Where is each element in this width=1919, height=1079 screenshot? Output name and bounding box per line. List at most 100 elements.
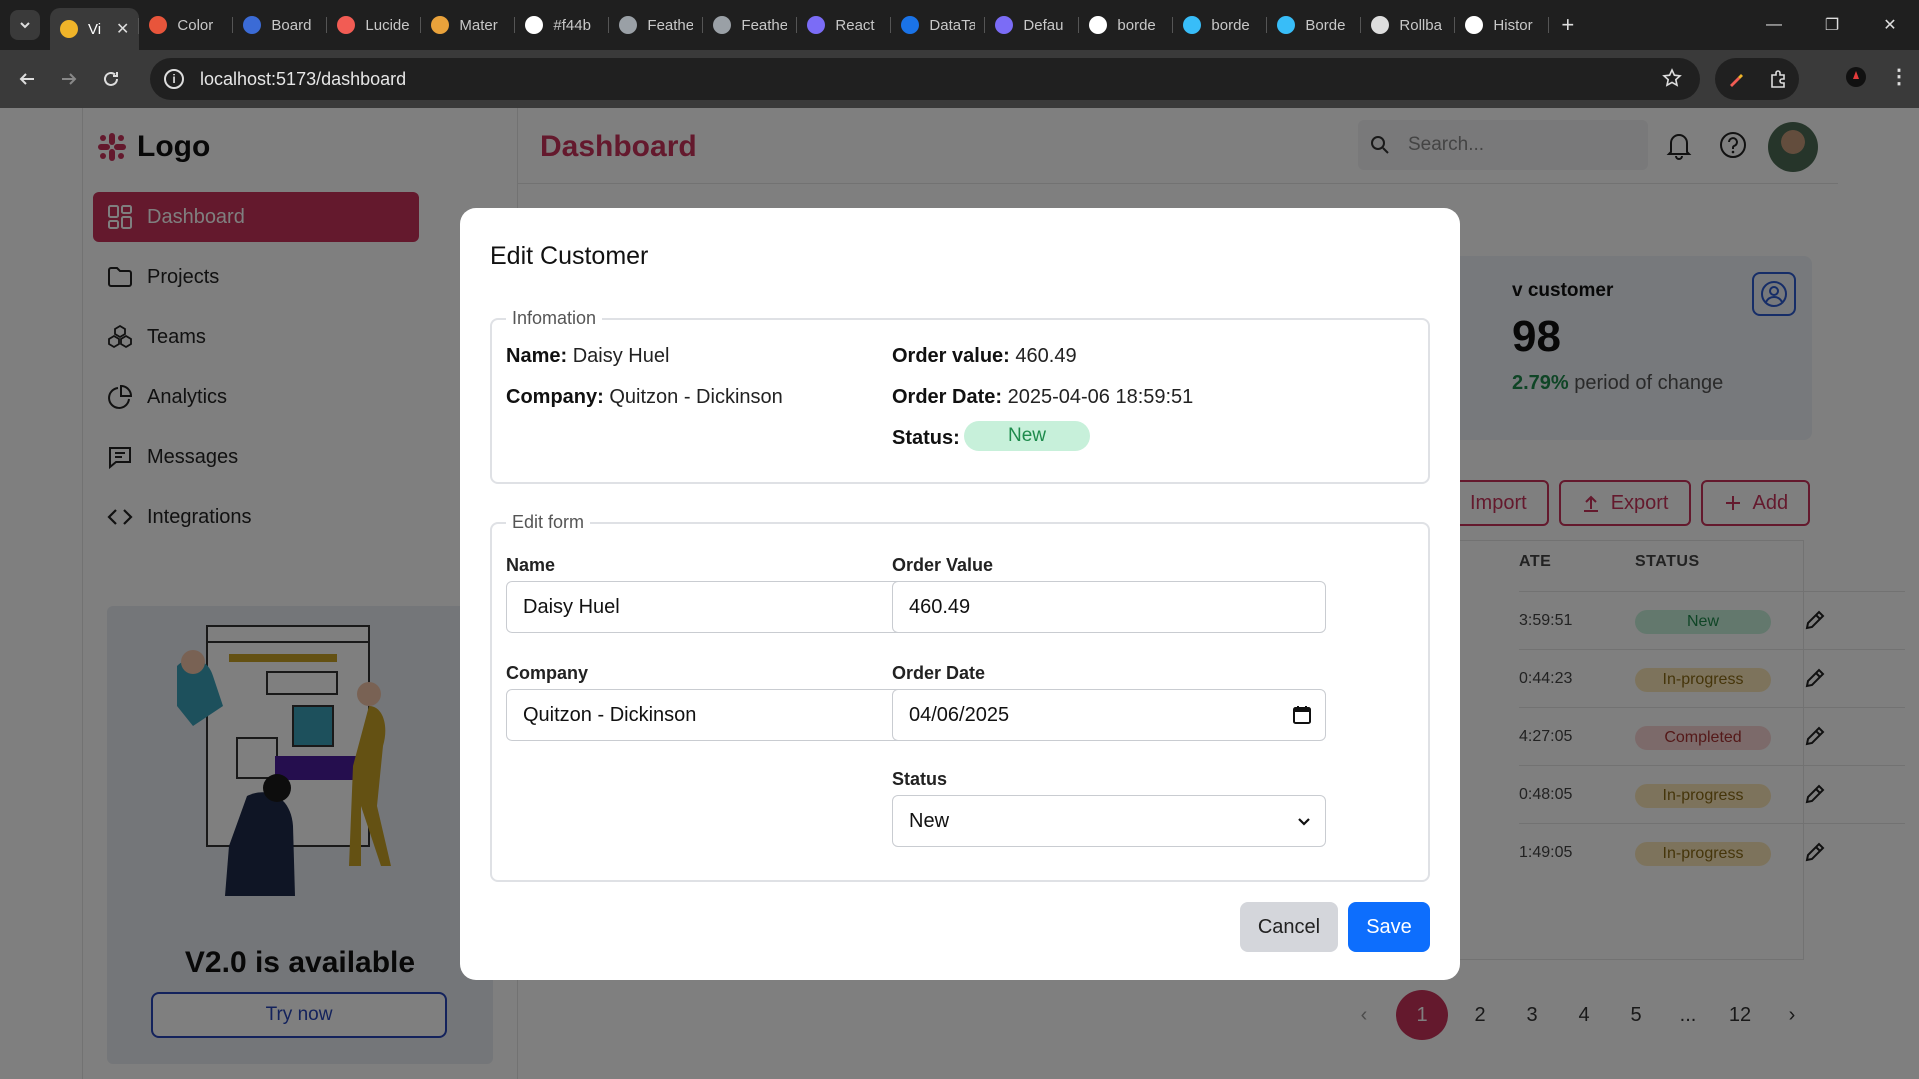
- reload-button[interactable]: [96, 64, 126, 94]
- order-date-label: Order Date: [892, 663, 986, 683]
- order-date-field[interactable]: 04/06/2025: [892, 689, 1326, 741]
- close-tab-icon[interactable]: ✕: [116, 19, 129, 39]
- address-bar[interactable]: i localhost:5173/dashboard: [150, 58, 1700, 100]
- tab-title: Histor: [1493, 16, 1533, 34]
- tab-title: Defau: [1023, 16, 1064, 34]
- info-name: Name: Daisy Huel: [506, 345, 669, 368]
- browser-toolbar: i localhost:5173/dashboard ⋮: [0, 50, 1919, 108]
- browser-tab[interactable]: #f44b: [515, 7, 610, 43]
- info-company-value: Quitzon - Dickinson: [609, 386, 783, 408]
- info-name-value: Daisy Huel: [572, 345, 670, 367]
- browser-tab[interactable]: Feathe: [703, 7, 798, 43]
- status-label: Status: [892, 769, 948, 789]
- browser-tab[interactable]: borde: [1079, 7, 1174, 43]
- tab-title: React: [835, 16, 875, 34]
- info-company: Company: Quitzon - Dickinson: [506, 386, 783, 409]
- status-select[interactable]: New: [892, 795, 1326, 847]
- chevron-down-icon: [20, 22, 30, 29]
- edit-form-fieldset: Edit form Name Daisy Huel Company Quitzo…: [490, 512, 1430, 882]
- arrow-right-icon: [62, 73, 77, 85]
- star-icon[interactable]: [1662, 68, 1682, 88]
- cancel-button[interactable]: Cancel: [1240, 902, 1338, 952]
- order-value-field[interactable]: 460.49: [892, 581, 1326, 633]
- close-window-icon[interactable]: ✕: [1861, 15, 1919, 35]
- tab-title: borde: [1117, 16, 1156, 34]
- info-company-key: Company:: [506, 386, 604, 408]
- tab-favicon-icon: [337, 16, 356, 34]
- info-name-key: Name:: [506, 345, 568, 367]
- info-order-date-key: Order Date:: [892, 386, 1003, 408]
- tab-favicon-icon: [60, 20, 78, 38]
- browser-tab[interactable]: Mater: [421, 7, 516, 43]
- tab-favicon-icon: [1371, 16, 1390, 34]
- order-value-field-value: 460.49: [909, 595, 971, 618]
- status-badge: New: [964, 421, 1090, 451]
- browser-tab[interactable]: Borde: [1267, 7, 1362, 43]
- url-text[interactable]: localhost:5173/dashboard: [200, 69, 406, 90]
- browser-tab[interactable]: Defau: [985, 7, 1080, 43]
- chevron-down-icon: [1298, 818, 1310, 826]
- calendar-icon[interactable]: [1291, 704, 1313, 726]
- tab-title: Rollba: [1399, 16, 1442, 34]
- tab-favicon-icon: [243, 16, 262, 34]
- browser-tab[interactable]: Lucide: [327, 7, 422, 43]
- name-field-value: Daisy Huel: [523, 595, 620, 618]
- save-button[interactable]: Save: [1348, 902, 1430, 952]
- browser-tab[interactable]: DataTa: [891, 7, 986, 43]
- new-tab-button[interactable]: +: [1561, 12, 1574, 38]
- tab-favicon-icon: [431, 16, 450, 34]
- tab-favicon-icon: [901, 16, 920, 34]
- tab-title: Mater: [459, 16, 498, 34]
- browser-tab[interactable]: Color: [139, 7, 234, 43]
- browser-tab[interactable]: Board: [233, 7, 328, 43]
- modal-title: Edit Customer: [490, 242, 649, 270]
- browser-tab[interactable]: React: [797, 7, 892, 43]
- edit-customer-modal: Edit Customer Infomation Name: Daisy Hue…: [460, 208, 1460, 980]
- tab-title: Board: [271, 16, 312, 34]
- arrow-left-icon: [19, 73, 34, 85]
- back-button[interactable]: [12, 64, 42, 94]
- order-value-label: Order Value: [892, 555, 994, 575]
- info-status: Status:: [892, 427, 960, 450]
- tab-title: Feathe: [647, 16, 694, 34]
- tab-favicon-icon: [149, 16, 168, 34]
- tab-title: borde: [1211, 16, 1250, 34]
- reload-icon: [104, 71, 118, 86]
- browser-tab[interactable]: Vi ✕: [50, 8, 140, 50]
- puzzle-icon[interactable]: [1768, 69, 1788, 89]
- color-picker-extension-icon[interactable]: [1727, 70, 1745, 88]
- company-field[interactable]: Quitzon - Dickinson: [506, 689, 940, 741]
- profile-icon[interactable]: [1845, 66, 1867, 88]
- company-label: Company: [506, 663, 589, 683]
- site-info-icon[interactable]: i: [164, 69, 184, 89]
- toolbar-right: ⋮: [1845, 64, 1909, 89]
- tab-favicon-icon: [1089, 16, 1108, 34]
- company-field-value: Quitzon - Dickinson: [523, 703, 697, 726]
- tab-title: #f44b: [553, 16, 591, 34]
- browser-tab[interactable]: Feathe: [609, 7, 704, 43]
- info-order-date: Order Date: 2025-04-06 18:59:51: [892, 386, 1193, 409]
- tab-favicon-icon: [995, 16, 1014, 34]
- browser-tab[interactable]: Rollba: [1361, 7, 1456, 43]
- browser-tab[interactable]: borde: [1173, 7, 1268, 43]
- browser-tabstrip: Vi ✕ Color Board Lucide Mater #f44b Feathe Feath…: [0, 0, 1919, 50]
- tab-favicon-icon: [1465, 16, 1484, 34]
- info-order-value-key: Order value:: [892, 345, 1010, 367]
- order-date-field-value: 04/06/2025: [909, 703, 1010, 726]
- status-select-value: New: [909, 809, 950, 832]
- tab-search-button[interactable]: [10, 10, 40, 40]
- maximize-icon[interactable]: ❐: [1803, 15, 1861, 35]
- tab-favicon-icon: [807, 16, 826, 34]
- kebab-menu-icon[interactable]: ⋮: [1889, 64, 1909, 89]
- minimize-icon[interactable]: —: [1745, 16, 1803, 34]
- forward-button[interactable]: [54, 64, 84, 94]
- tab-favicon-icon: [525, 16, 544, 34]
- browser-tab[interactable]: Histor: [1455, 7, 1550, 43]
- extensions-area: [1715, 58, 1799, 100]
- info-order-value-value: 460.49: [1015, 345, 1077, 367]
- information-legend: Infomation: [512, 308, 597, 328]
- tab-title: Borde: [1305, 16, 1346, 34]
- tab-favicon-icon: [619, 16, 638, 34]
- tab-favicon-icon: [713, 16, 732, 34]
- name-field[interactable]: Daisy Huel: [506, 581, 940, 633]
